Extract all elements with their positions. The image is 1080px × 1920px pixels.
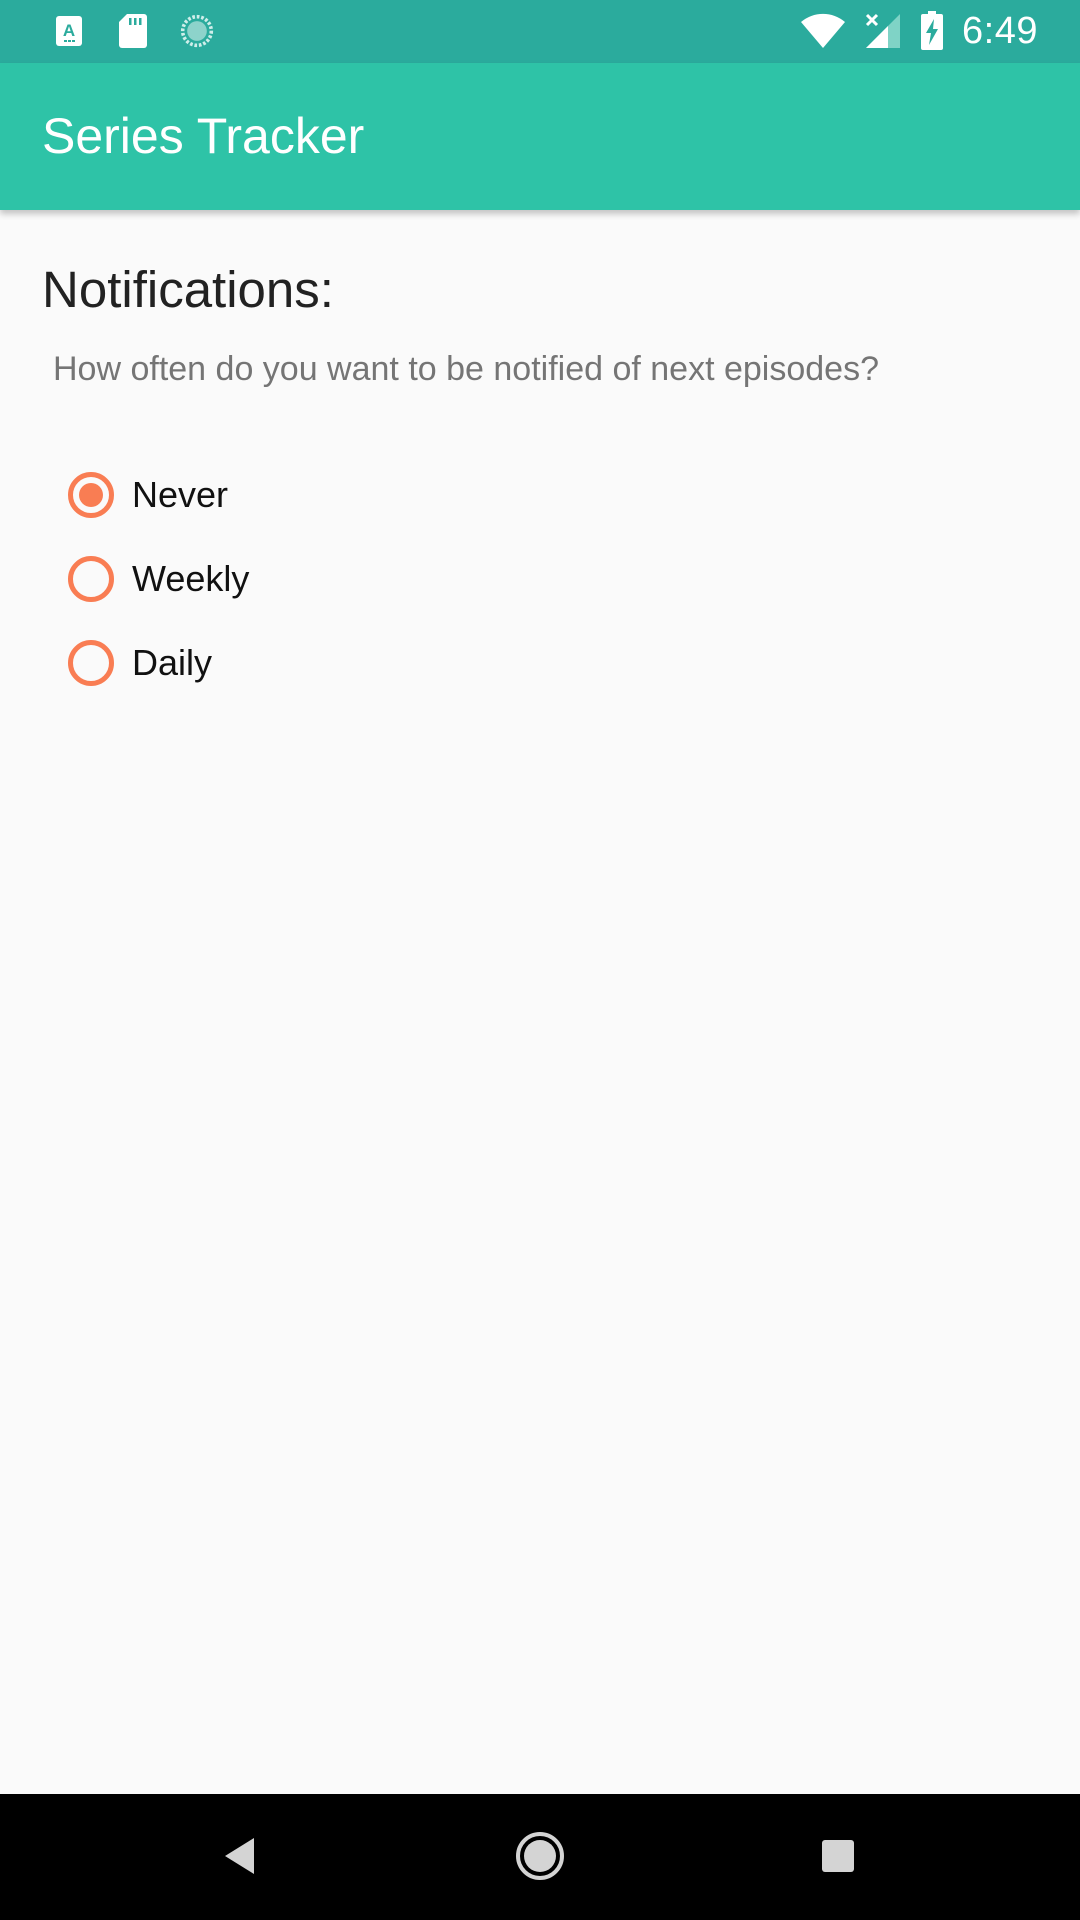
status-bar: A 6:49 [0,0,1080,63]
radio-option-never[interactable]: Never [68,453,249,537]
home-icon [514,1830,566,1887]
radio-label-weekly[interactable]: Weekly [132,558,249,600]
cell-signal-off-icon [864,12,902,50]
home-button[interactable] [510,1828,570,1888]
wifi-icon [800,13,846,49]
notification-question: How often do you want to be notified of … [53,350,879,388]
radio-button-unchecked-icon[interactable] [68,640,114,686]
status-left-icons: A [52,12,244,50]
app-title: Series Tracker [42,108,365,164]
keyboard-a-icon: A [52,12,86,50]
navigation-bar [0,1794,1080,1920]
status-time: 6:49 [962,9,1038,52]
radio-label-never[interactable]: Never [132,474,228,516]
section-title: Notifications: [42,261,334,318]
svg-text:A: A [63,21,75,40]
recents-button[interactable] [808,1828,868,1888]
radio-label-daily[interactable]: Daily [132,642,212,684]
radio-option-weekly[interactable]: Weekly [68,537,249,621]
notification-frequency-radio-group: Never Weekly Daily [68,453,249,705]
loading-circle-icon [180,12,214,50]
battery-charging-icon [920,11,944,51]
sd-card-icon [116,12,150,50]
back-icon [222,1836,258,1881]
status-right-icons: 6:49 [800,8,1038,54]
recents-icon [821,1839,855,1878]
app-bar: Series Tracker [0,63,1080,210]
radio-button-checked-icon[interactable] [68,472,114,518]
radio-option-daily[interactable]: Daily [68,621,249,705]
radio-button-unchecked-icon[interactable] [68,556,114,602]
back-button[interactable] [210,1828,270,1888]
